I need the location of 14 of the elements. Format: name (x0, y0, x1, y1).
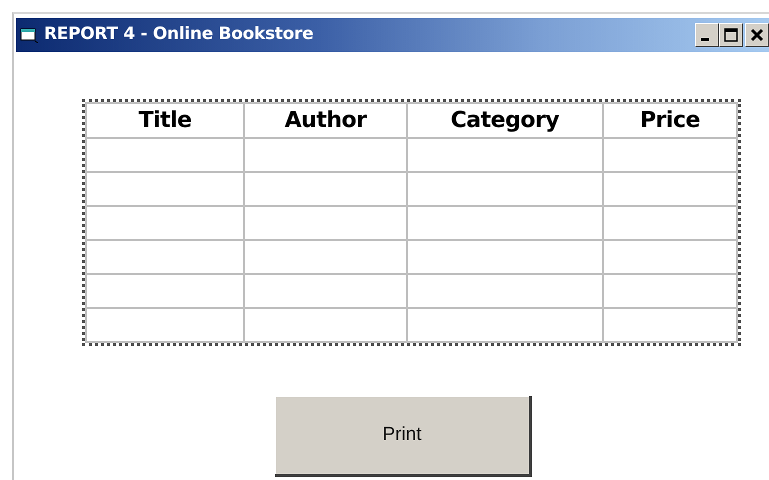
close-icon (750, 28, 764, 42)
maximize-button[interactable] (719, 23, 743, 47)
maximize-icon (724, 28, 738, 42)
minimize-button[interactable] (695, 23, 719, 47)
window-icon (20, 27, 38, 43)
column-header: Category (406, 103, 603, 138)
column-header: Price (602, 103, 737, 138)
window-title: REPORT 4 - Online Bookstore (44, 23, 314, 46)
data-grid[interactable]: Title Author Category Price (82, 99, 741, 346)
minimize-icon (701, 38, 709, 41)
close-button[interactable] (745, 23, 769, 47)
column-header: Author (244, 103, 407, 138)
column-header: Title (86, 103, 244, 138)
print-button[interactable]: Print (275, 396, 532, 477)
